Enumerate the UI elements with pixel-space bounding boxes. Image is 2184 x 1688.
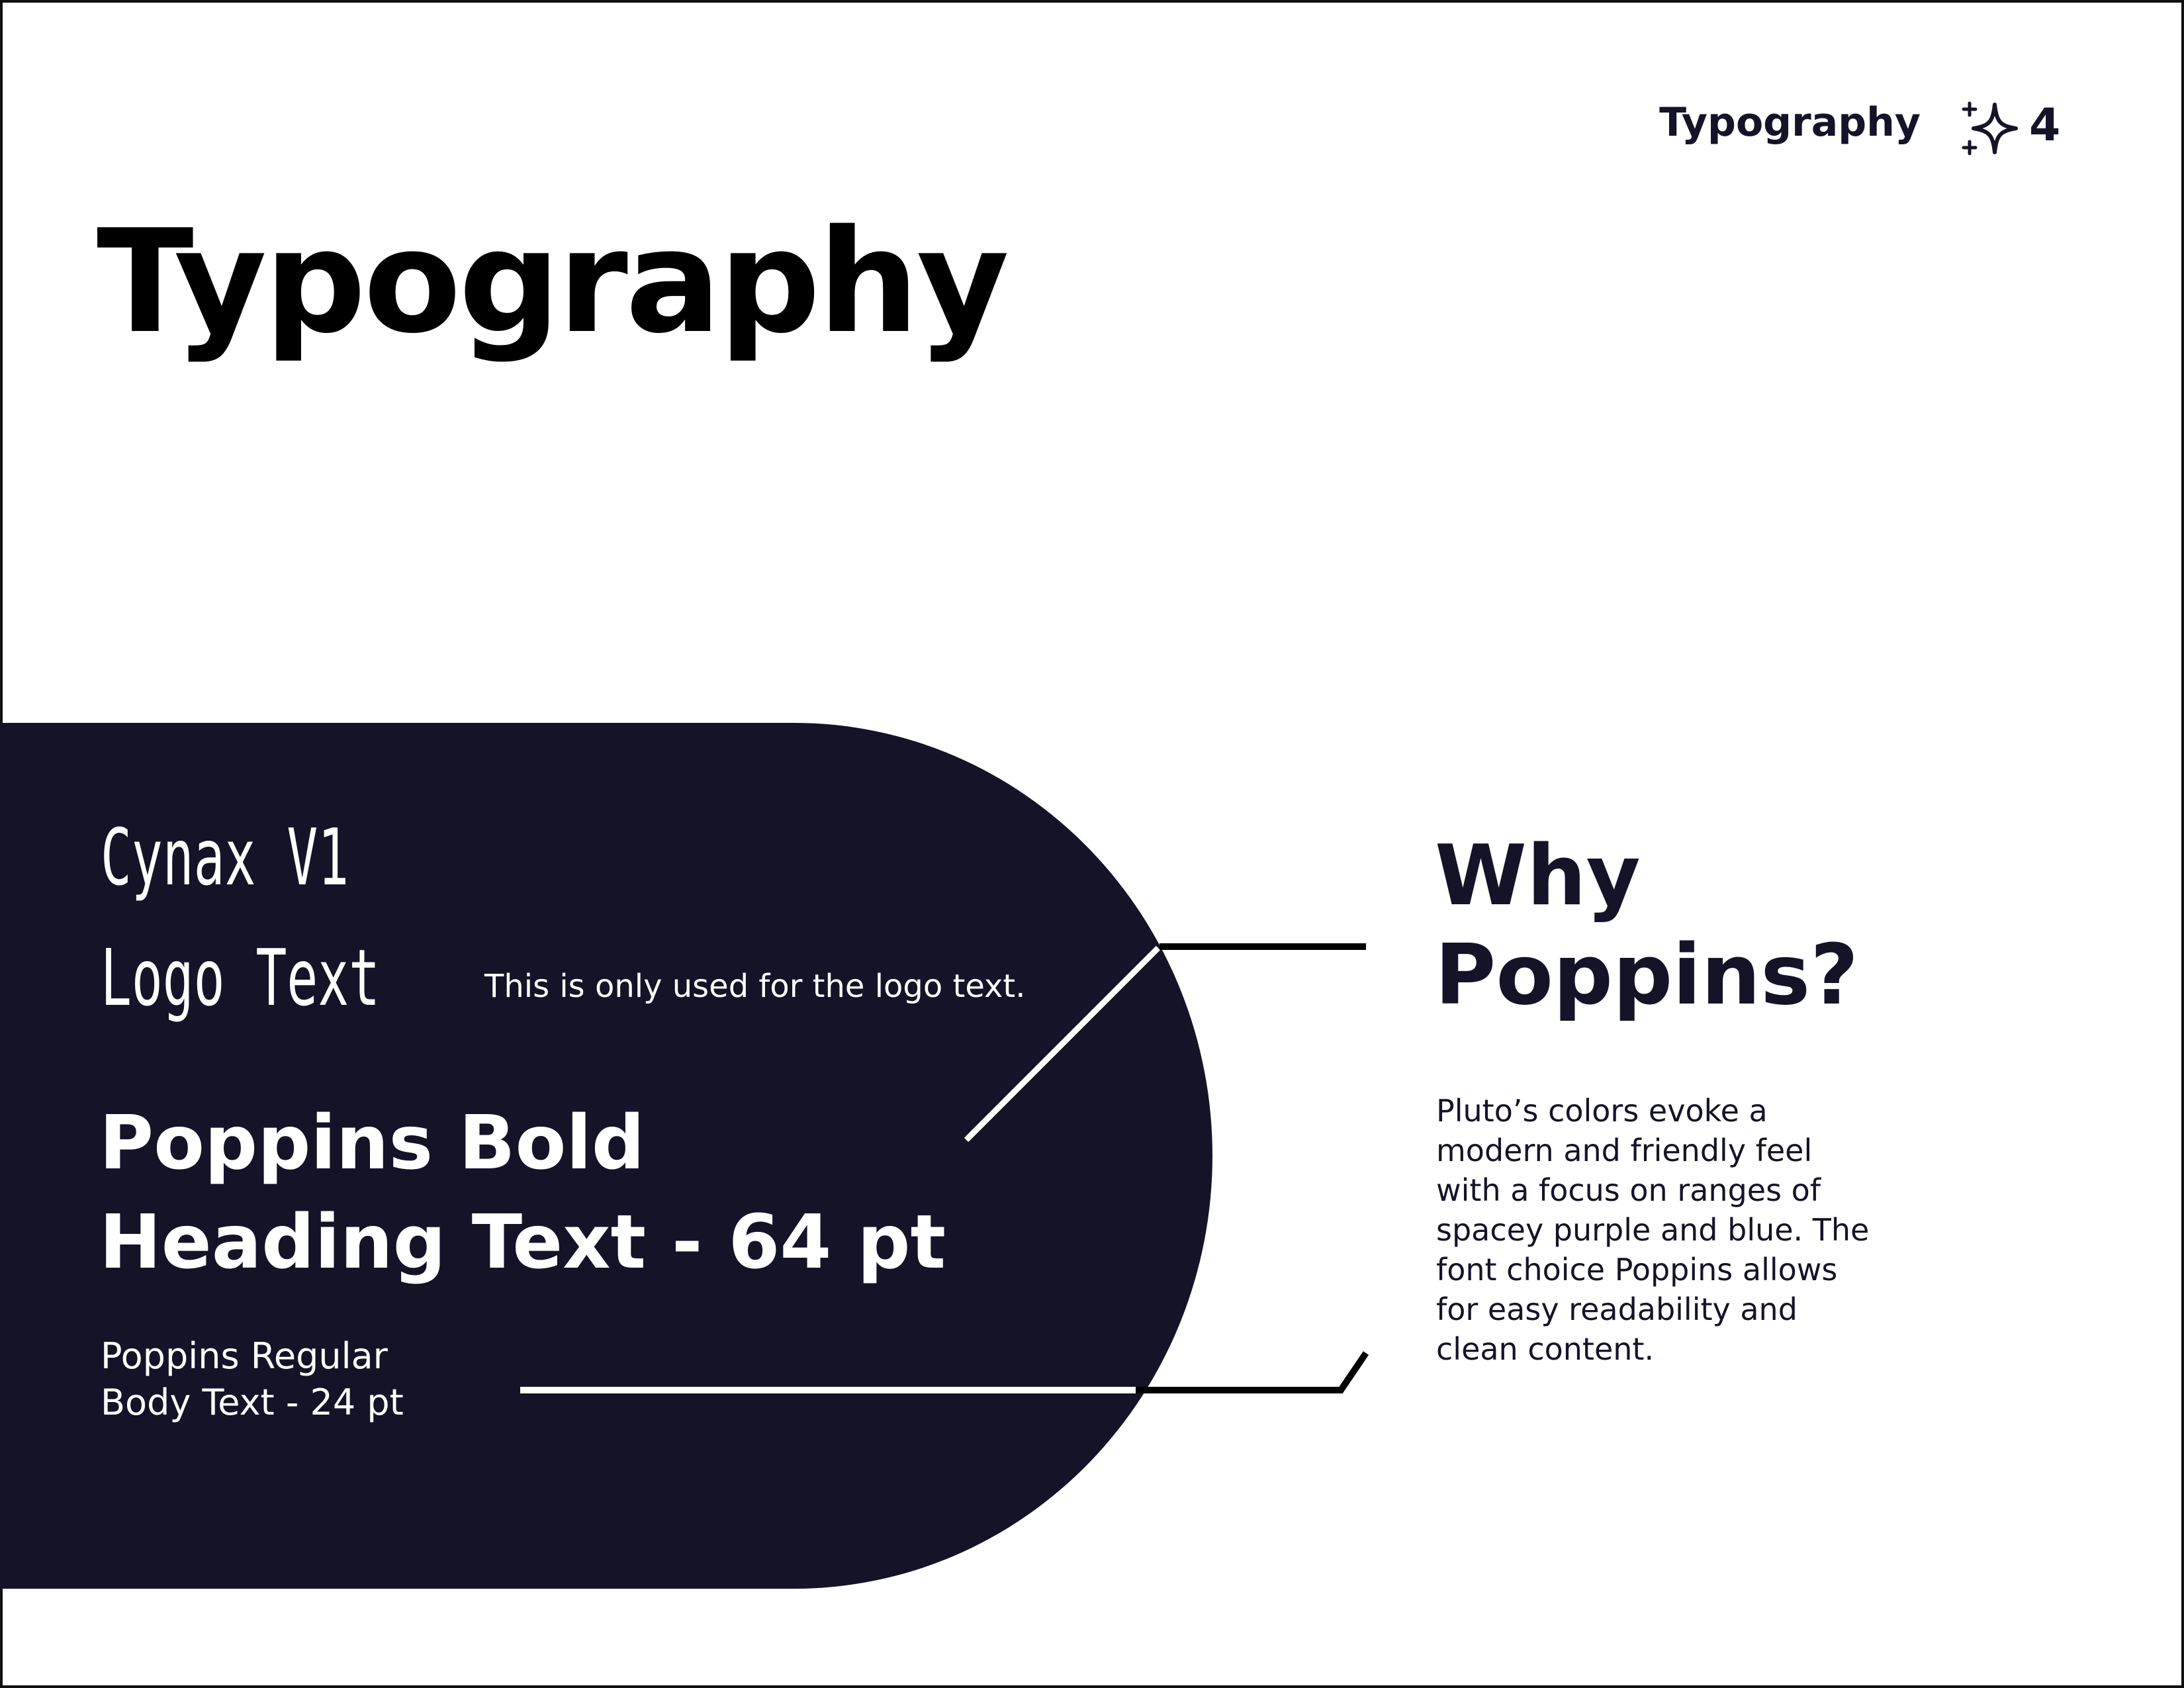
logo-note: This is only used for the logo text. [484, 968, 1026, 1005]
paragraph-line: spacey purple and blue. The [1436, 1212, 1870, 1248]
body-sample-line: Poppins Regular [101, 1335, 388, 1377]
why-poppins-paragraph: Pluto’s colors evoke a modern and friend… [1436, 1091, 1926, 1369]
body-sample-line: Body Text - 24 pt [101, 1382, 404, 1423]
logo-text-label: Logo Text [101, 932, 380, 1023]
paragraph-line: modern and friendly feel [1436, 1133, 1813, 1168]
heading-sample: Poppins Bold Heading Text - 64 pt [99, 1094, 946, 1292]
side-heading-line: Why [1435, 827, 1641, 924]
paragraph-line: clean content. [1436, 1331, 1655, 1367]
side-heading-line: Poppins? [1435, 926, 1859, 1023]
body-sample: Poppins Regular Body Text - 24 pt [101, 1333, 404, 1426]
heading-sample-line: Heading Text - 64 pt [99, 1199, 946, 1286]
why-poppins-heading: Why Poppins? [1435, 826, 1858, 1025]
logo-font-name: Cynax V1 [101, 812, 349, 903]
paragraph-line: Pluto’s colors evoke a [1436, 1093, 1768, 1129]
connector-line-bottom-black [1136, 1351, 1369, 1393]
paragraph-line: for easy readability and [1436, 1291, 1797, 1327]
paragraph-line: with a focus on ranges of [1436, 1172, 1821, 1208]
paragraph-line: font choice Poppins allows [1436, 1252, 1838, 1288]
heading-sample-line: Poppins Bold [99, 1100, 645, 1186]
